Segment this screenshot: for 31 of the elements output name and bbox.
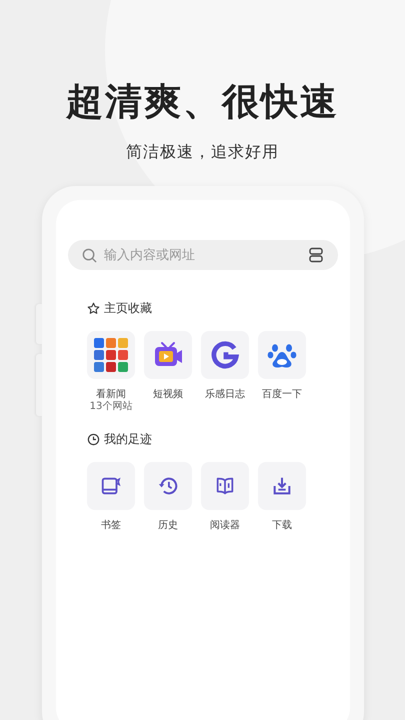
history-icon <box>157 475 179 497</box>
shortcut-label: 百度一下 <box>262 388 302 401</box>
shortcut-tile[interactable] <box>87 331 135 379</box>
shortcut-label: 下载 <box>272 518 292 532</box>
shortcut-label: 看新闻 <box>96 388 126 400</box>
g-logo-icon <box>210 340 240 370</box>
headline: 超清爽、很快速 <box>66 79 339 125</box>
shortcut-label: 阅读器 <box>210 518 240 532</box>
search-field[interactable]: 输入内容或网址 <box>68 240 338 270</box>
tabs-icon[interactable] <box>308 247 324 263</box>
shortcut-tile[interactable] <box>87 462 135 510</box>
shortcut-label: 短视频 <box>153 388 183 401</box>
clock-icon <box>87 433 100 446</box>
open-book-icon <box>214 475 236 497</box>
site-grid-icon <box>93 337 129 373</box>
section-title: 主页收藏 <box>104 300 152 317</box>
shortcut-label: 乐感日志 <box>205 388 245 401</box>
shortcut-tile[interactable] <box>201 331 249 379</box>
subtitle: 简洁极速，追求好用 <box>126 142 279 163</box>
shortcut-tile[interactable] <box>258 331 306 379</box>
book-icon <box>100 475 122 497</box>
download-icon <box>271 475 293 497</box>
shortcut-tile[interactable] <box>144 331 192 379</box>
shortcut-tile[interactable] <box>144 462 192 510</box>
shortcut-label: 历史 <box>158 518 178 532</box>
shortcut-label: 书签 <box>101 518 121 532</box>
shortcut-count: 13个网站 <box>90 401 132 413</box>
shortcut-tile[interactable] <box>258 462 306 510</box>
section-title: 我的足迹 <box>104 431 152 448</box>
shortcut-tile[interactable] <box>201 462 249 510</box>
star-icon <box>87 302 100 315</box>
